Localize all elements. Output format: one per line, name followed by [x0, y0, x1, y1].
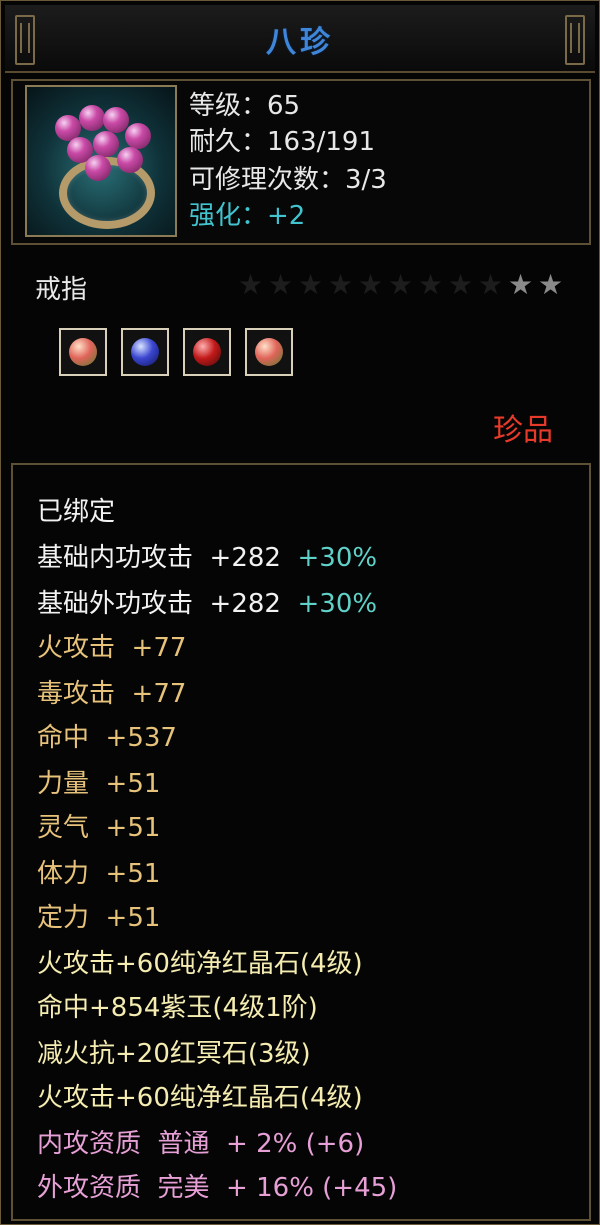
stat-label: 基础内功攻击	[37, 543, 194, 573]
star-icon: ★	[448, 268, 474, 301]
gem-slot-4[interactable]	[245, 328, 293, 376]
hit-stat: 命中 +537	[37, 723, 177, 753]
star-icon: ★	[358, 268, 384, 301]
outer-attack-quality: 外攻资质 完美 + 16% (+45)	[37, 1173, 398, 1203]
bound-status: 已绑定	[37, 497, 116, 527]
gem-socket-4: 火攻击+60纯净红晶石(4级)	[37, 1083, 363, 1113]
title-ornament-right	[565, 15, 585, 65]
red-pink-gem-icon	[255, 338, 283, 366]
strength-stat: 力量 +51	[37, 769, 161, 799]
star-icon: ★	[388, 268, 414, 301]
title-bar: 八珍	[5, 5, 595, 73]
item-tooltip: 八珍 等级：65 耐久：163/191 可修理次数：3/3 强化：+2 戒指 ★…	[0, 0, 600, 1225]
star-icon: ★	[238, 268, 264, 301]
gem-slot-3[interactable]	[183, 328, 231, 376]
enhance-text: 强化：+2	[189, 201, 306, 231]
gem-socket-1: 火攻击+60纯净红晶石(4级)	[37, 949, 363, 979]
star-icon: ★	[418, 268, 444, 301]
item-type: 戒指	[35, 275, 88, 305]
star-icon: ★	[328, 268, 354, 301]
gem-slot-2[interactable]	[121, 328, 169, 376]
stat-bonus: +30%	[297, 543, 378, 573]
star-icon: ★	[478, 268, 504, 301]
base-outer-attack: 基础外功攻击 +282 +30%	[37, 587, 377, 621]
inner-attack-quality: 内攻资质 普通 + 2% (+6)	[37, 1129, 365, 1159]
gem-slot-1[interactable]	[59, 328, 107, 376]
stat-value: +282	[209, 543, 281, 573]
item-name: 八珍	[266, 25, 334, 60]
star-icon: ★	[298, 268, 324, 301]
stat-label: 基础外功攻击	[37, 589, 194, 619]
star-icon: ★	[508, 268, 534, 301]
gem-socket-3: 减火抗+20红冥石(3级)	[37, 1039, 311, 1069]
star-icon: ★	[538, 268, 564, 301]
red-gem-icon	[193, 338, 221, 366]
gem-socket-2: 命中+854紫玉(4级1阶)	[37, 993, 318, 1023]
rarity-label: 珍品	[493, 413, 553, 448]
item-summary-panel: 等级：65 耐久：163/191 可修理次数：3/3 强化：+2	[11, 79, 591, 245]
fire-attack-stat: 火攻击 +77	[37, 633, 187, 663]
focus-stat: 定力 +51	[37, 903, 161, 933]
star-icon: ★	[268, 268, 294, 301]
stat-bonus: +30%	[297, 589, 378, 619]
star-rating: ★ ★ ★ ★ ★ ★ ★ ★ ★ ★ ★	[216, 268, 563, 301]
stats-panel: 已绑定 基础内功攻击 +282 +30% 基础外功攻击 +282 +30% 火攻…	[11, 463, 591, 1221]
durability-text: 耐久：163/191	[189, 127, 376, 157]
stat-value: +282	[209, 589, 281, 619]
ring-icon	[25, 85, 177, 237]
red-pink-gem-icon	[69, 338, 97, 366]
stamina-stat: 体力 +51	[37, 859, 161, 889]
base-inner-attack: 基础内功攻击 +282 +30%	[37, 541, 377, 575]
spirit-stat: 灵气 +51	[37, 813, 161, 843]
blue-gem-icon	[131, 338, 159, 366]
poison-attack-stat: 毒攻击 +77	[37, 679, 187, 709]
level-text: 等级：65	[189, 91, 301, 121]
repair-count-text: 可修理次数：3/3	[189, 165, 387, 195]
